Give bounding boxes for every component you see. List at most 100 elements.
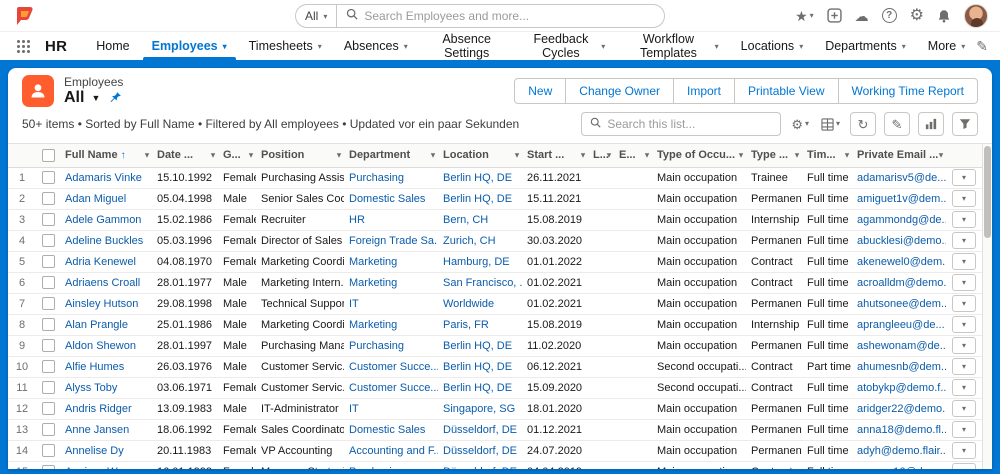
link-full_name[interactable]: Ainsley Hutson	[65, 298, 138, 310]
row-actions-button[interactable]: ▾	[952, 379, 976, 396]
row-checkbox[interactable]	[42, 444, 55, 457]
row-checkbox[interactable]	[42, 255, 55, 268]
trailhead-cloud-button[interactable]: ☁	[855, 9, 869, 23]
link-email[interactable]: awager16@demo...	[857, 466, 946, 470]
row-checkbox[interactable]	[42, 381, 55, 394]
list-search-input[interactable]	[607, 117, 772, 131]
tab-absence-settings[interactable]: Absence Settings	[419, 32, 515, 60]
user-avatar[interactable]	[964, 4, 988, 28]
row-checkbox[interactable]	[42, 234, 55, 247]
row-checkbox[interactable]	[42, 318, 55, 331]
column-header-start[interactable]: Start ...▾	[522, 144, 588, 167]
link-email[interactable]: amiguet1v@dem...	[857, 193, 946, 205]
link-location[interactable]: Berlin HQ, DE	[443, 172, 512, 184]
edit-navigation-pencil-icon[interactable]: ✎	[976, 32, 988, 60]
link-department[interactable]: Marketing	[349, 256, 397, 268]
column-header-l[interactable]: L...▾	[588, 144, 614, 167]
link-department[interactable]: Domestic Sales	[349, 193, 425, 205]
tab-departments[interactable]: Departments▾	[814, 32, 917, 60]
link-full_name[interactable]: Anne Jansen	[65, 424, 129, 436]
link-department[interactable]: IT	[349, 298, 359, 310]
column-header-type[interactable]: Type ...▾	[746, 144, 802, 167]
link-full_name[interactable]: Alfie Humes	[65, 361, 124, 373]
row-checkbox[interactable]	[42, 402, 55, 415]
tab-more[interactable]: More▾	[917, 32, 977, 60]
link-email[interactable]: ahumesnb@dem...	[857, 361, 946, 373]
link-department[interactable]: Domestic Sales	[349, 424, 425, 436]
link-department[interactable]: Customer Succe...	[349, 382, 438, 394]
row-actions-button[interactable]: ▾	[952, 253, 976, 270]
notifications-button[interactable]	[937, 9, 951, 23]
link-email[interactable]: acroalldm@demo...	[857, 277, 946, 289]
tab-absences[interactable]: Absences▾	[333, 32, 419, 60]
row-checkbox[interactable]	[42, 423, 55, 436]
link-full_name[interactable]: Aldon Shewon	[65, 340, 136, 352]
list-settings-button[interactable]: ⚙ ▾	[789, 112, 811, 136]
select-all-checkbox[interactable]	[42, 149, 55, 162]
link-location[interactable]: San Francisco, ...	[443, 277, 522, 289]
row-actions-button[interactable]: ▾	[952, 337, 976, 354]
row-checkbox[interactable]	[42, 360, 55, 373]
setup-gear-button[interactable]: ⚙	[910, 8, 924, 24]
link-department[interactable]: IT	[349, 403, 359, 415]
link-full_name[interactable]: Adan Miguel	[65, 193, 126, 205]
view-selector-caret-icon[interactable]: ▼	[91, 93, 100, 103]
column-header-department[interactable]: Department▾	[344, 144, 438, 167]
link-email[interactable]: anna18@demo.fl...	[857, 424, 946, 436]
link-location[interactable]: Berlin HQ, DE	[443, 193, 512, 205]
help-button[interactable]: ?	[882, 8, 897, 23]
new-button[interactable]: New	[514, 78, 566, 104]
row-actions-button[interactable]: ▾	[952, 316, 976, 333]
inline-edit-button[interactable]: ✎	[884, 112, 910, 136]
link-email[interactable]: adyh@demo.flair...	[857, 445, 946, 457]
link-full_name[interactable]: Annelise Dy	[65, 445, 124, 457]
row-actions-button[interactable]: ▾	[952, 211, 976, 228]
column-header-g[interactable]: G...▾	[218, 144, 256, 167]
row-checkbox[interactable]	[42, 339, 55, 352]
row-checkbox[interactable]	[42, 171, 55, 184]
row-actions-button[interactable]: ▾	[952, 358, 976, 375]
link-full_name[interactable]: Adria Kenewel	[65, 256, 136, 268]
link-department[interactable]: Marketing	[349, 319, 397, 331]
link-department[interactable]: Purchasing	[349, 340, 404, 352]
row-checkbox[interactable]	[42, 276, 55, 289]
filter-button[interactable]	[952, 112, 978, 136]
link-department[interactable]: Customer Succe...	[349, 361, 438, 373]
column-header-tim[interactable]: Tim...▾	[802, 144, 852, 167]
column-header-private-email[interactable]: Private Email ...▾	[852, 144, 946, 167]
global-actions-button[interactable]	[827, 8, 842, 23]
link-full_name[interactable]: Adriaens Croall	[65, 277, 140, 289]
link-department[interactable]: Purchasing	[349, 172, 404, 184]
link-email[interactable]: abucklesi@demo...	[857, 235, 946, 247]
link-email[interactable]: aridger22@demo...	[857, 403, 946, 415]
printable-view-button[interactable]: Printable View	[735, 78, 839, 104]
link-full_name[interactable]: Adamaris Vinke	[65, 172, 142, 184]
column-header-e[interactable]: E...▾	[614, 144, 652, 167]
link-department[interactable]: Foreign Trade Sa...	[349, 235, 438, 247]
row-actions-button[interactable]: ▾	[952, 442, 976, 459]
change-owner-button[interactable]: Change Owner	[566, 78, 674, 104]
link-email[interactable]: agammondg@de...	[857, 214, 946, 226]
scrollbar-thumb[interactable]	[984, 146, 991, 238]
link-full_name[interactable]: Adele Gammon	[65, 214, 141, 226]
column-header-type-of-occu[interactable]: Type of Occu...▾	[652, 144, 746, 167]
link-email[interactable]: akenewel0@dem...	[857, 256, 946, 268]
link-full_name[interactable]: Annissa Wager	[65, 466, 139, 470]
link-department[interactable]: HR	[349, 214, 365, 226]
link-location[interactable]: Zurich, CH	[443, 235, 496, 247]
tab-employees[interactable]: Employees▾	[141, 32, 238, 60]
link-department[interactable]: Accounting and F...	[349, 445, 438, 457]
link-location[interactable]: Düsseldorf, DE	[443, 466, 517, 470]
import-button[interactable]: Import	[674, 78, 735, 104]
tab-locations[interactable]: Locations▾	[730, 32, 815, 60]
link-full_name[interactable]: Alyss Toby	[65, 382, 117, 394]
row-checkbox[interactable]	[42, 192, 55, 205]
link-location[interactable]: Berlin HQ, DE	[443, 340, 512, 352]
search-scope-dropdown[interactable]: All ▾	[295, 4, 336, 28]
working-time-report-button[interactable]: Working Time Report	[839, 78, 978, 104]
link-location[interactable]: Berlin HQ, DE	[443, 382, 512, 394]
refresh-button[interactable]: ↻	[850, 112, 876, 136]
row-actions-button[interactable]: ▾	[952, 232, 976, 249]
link-department[interactable]: Marketing	[349, 277, 397, 289]
row-actions-button[interactable]: ▾	[952, 463, 976, 469]
